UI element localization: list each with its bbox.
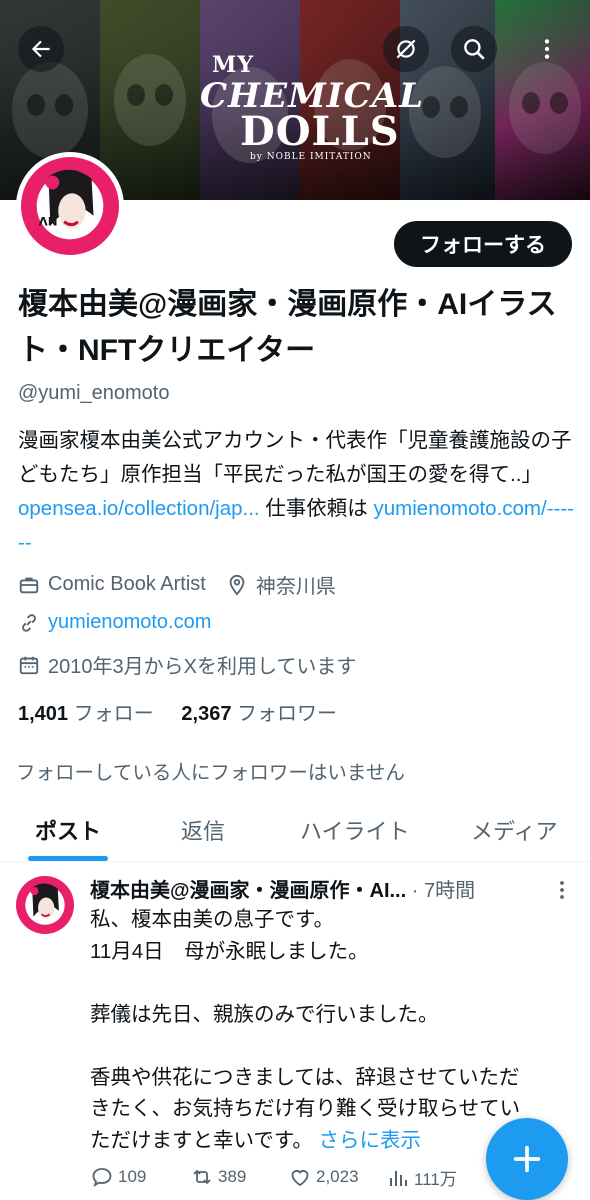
banner-logo: MY CHEMICAL DOLLS by NOBLE IMITATION (190, 40, 423, 170)
calendar-icon (19, 656, 39, 674)
followers-count: 2,367 (181, 703, 232, 725)
post-line: 私、榎本由美の息子です。 (90, 908, 334, 931)
post-line: きたく、お気持ちだけ有り難く受け取らせてい (90, 1097, 521, 1120)
post-line: 香典や供花につきましては、辞退させていただ (90, 1065, 520, 1089)
post-line (90, 967, 580, 999)
tab-media[interactable]: メディア (471, 814, 557, 846)
banner-logo-subtitle: by NOBLE IMITATION (250, 152, 372, 162)
heart-icon (291, 1170, 309, 1187)
more-vertical-icon (544, 39, 550, 59)
active-tab-indicator (28, 856, 108, 861)
reply-icon (92, 1168, 112, 1187)
search-button[interactable] (451, 26, 497, 72)
post-line: ただけますと幸いです。 (90, 1128, 313, 1152)
bio-link-opensea[interactable]: opensea.io/collection/jap... (18, 497, 260, 520)
following-link[interactable]: 1,401 フォロー (18, 703, 154, 725)
bar-chart-icon (390, 1170, 407, 1186)
bio-text-mid: 仕事依頼は (259, 497, 374, 520)
more-options-button[interactable] (524, 26, 570, 72)
profile-avatar[interactable]: ΛN (16, 152, 124, 260)
post-author-avatar[interactable] (16, 876, 74, 934)
like-button[interactable]: 2,023 (288, 1165, 359, 1189)
search-icon (464, 39, 485, 60)
arrow-left-icon (31, 40, 50, 58)
profile-meta-category-location: Comic Book Artist 神奈川県 (18, 570, 336, 599)
profile-meta-website: yumienomoto.com (18, 611, 211, 634)
link-icon (22, 613, 36, 632)
post-text: 私、榎本由美の息子です。 11月4日 母が永眠しました。 葬儀は先日、親族のみで… (90, 904, 580, 1156)
briefcase-icon (19, 577, 39, 593)
repost-button[interactable]: 389 (190, 1165, 246, 1189)
tab-highlights[interactable]: ハイライト (300, 814, 410, 846)
profile-website-link[interactable]: yumienomoto.com (48, 611, 211, 634)
tab-posts[interactable]: ポスト (35, 814, 101, 846)
view-count: 111万 (414, 1170, 457, 1189)
reply-count: 109 (118, 1167, 147, 1186)
plus-icon (513, 1145, 541, 1173)
profile-joined-date: 2010年3月からXを利用しています (48, 656, 357, 678)
profile-tabs: ポスト 返信 ハイライト メディア (0, 800, 590, 862)
followers-label: フォロワー (237, 703, 338, 725)
following-label: フォロー (73, 703, 154, 725)
banner-logo-my: MY (212, 52, 255, 78)
svg-text:ΛN: ΛN (39, 215, 58, 229)
views-button[interactable]: 111万 (386, 1165, 457, 1190)
tab-replies[interactable]: 返信 (181, 814, 225, 846)
location-pin-icon (229, 574, 245, 596)
bio-text: 漫画家榎本由美公式アカウント・代表作「児童養護施設の子どもたち」原作担当「平民だ… (18, 429, 572, 486)
mute-button[interactable] (383, 26, 429, 72)
like-count: 2,023 (316, 1167, 359, 1186)
post-author-name[interactable]: 榎本由美@漫画家・漫画原作・AI... (90, 880, 406, 902)
followers-link[interactable]: 2,367 フォロワー (181, 703, 337, 725)
compose-post-button[interactable] (486, 1118, 568, 1200)
post-timestamp[interactable]: · 7時間 (406, 880, 475, 902)
post-more-icon[interactable] (548, 876, 576, 904)
show-more-link[interactable]: さらに表示 (319, 1129, 422, 1152)
avatar-illustration: ΛN (21, 157, 119, 255)
following-count: 1,401 (18, 703, 69, 725)
profile-bio: 漫画家榎本由美公式アカウント・代表作「児童養護施設の子どもたち」原作担当「平民だ… (18, 424, 578, 560)
bell-slash-icon (396, 39, 416, 59)
profile-meta-joined: 2010年3月からXを利用しています (18, 650, 356, 679)
profile-stats: 1,401 フォロー 2,367 フォロワー (18, 697, 337, 726)
profile-handle: @yumi_enomoto (18, 382, 170, 404)
post-line (90, 1030, 580, 1062)
follow-button[interactable]: フォローする (394, 221, 572, 267)
post-header: 榎本由美@漫画家・漫画原作・AI... · 7時間 (90, 874, 530, 903)
avatar-illustration (16, 876, 74, 934)
profile-category: Comic Book Artist (48, 573, 206, 595)
repost-count: 389 (218, 1167, 247, 1186)
profile-name: 榎本由美@漫画家・漫画原作・AIイラスト・NFTクリエイター (18, 288, 557, 367)
banner-logo-dolls: DOLLS (240, 108, 400, 155)
back-button[interactable] (18, 26, 64, 72)
reply-button[interactable]: 109 (90, 1165, 146, 1189)
mutual-followers-note: フォローしている人にフォロワーはいません (16, 762, 405, 784)
post-line: 11月4日 母が永眠しました。 (90, 939, 369, 963)
repost-icon (193, 1169, 211, 1185)
profile-location: 神奈川県 (255, 576, 336, 598)
post-line: 葬儀は先日、親族のみで行いました。 (90, 1002, 439, 1026)
